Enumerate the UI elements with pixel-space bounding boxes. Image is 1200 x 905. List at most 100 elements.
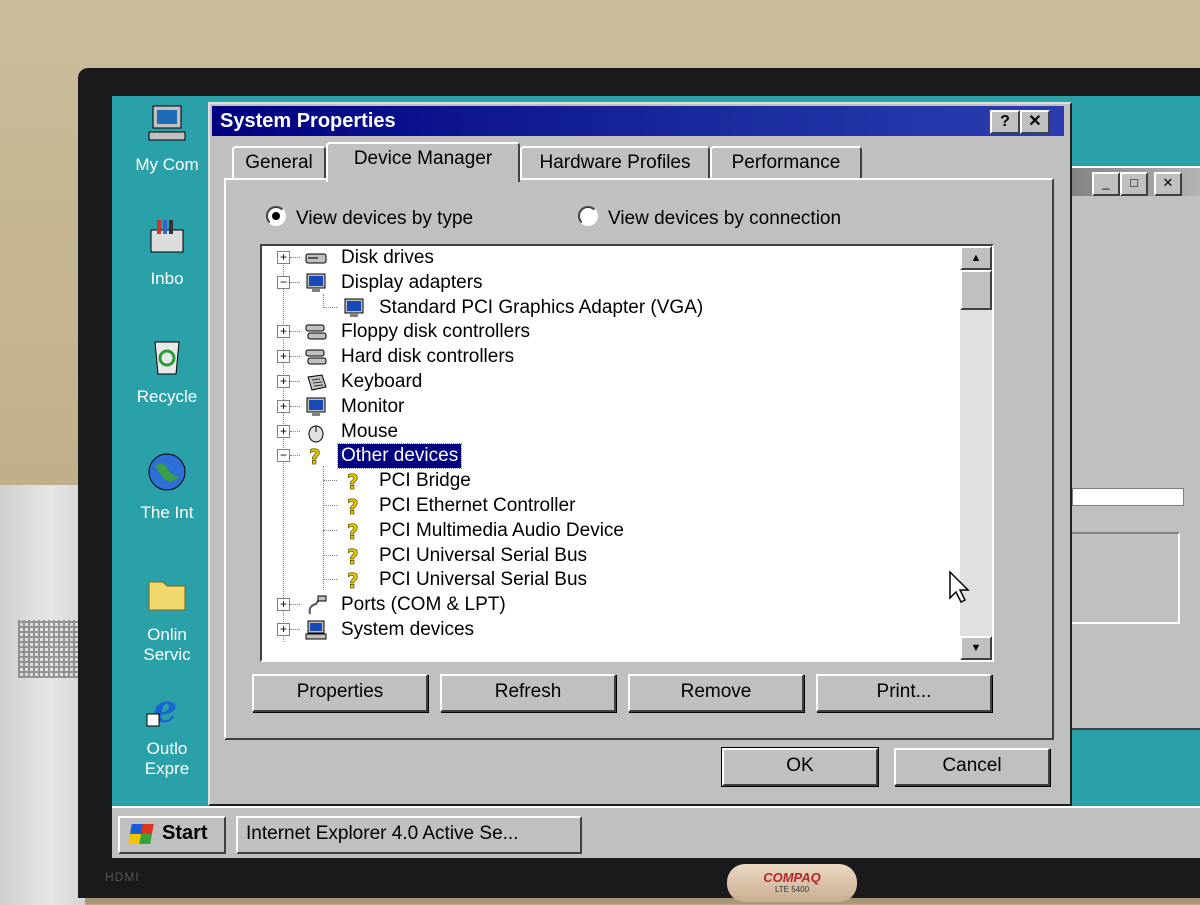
print-button[interactable]: Print... [816,674,992,712]
tree-category-row[interactable]: + Hard disk controllers [262,345,952,369]
tree-item-label: PCI Universal Serial Bus [379,569,588,591]
tree-connector [290,331,300,333]
remove-button[interactable]: Remove [628,674,804,712]
display-monitor-icon [306,397,326,416]
scroll-down-arrow-icon[interactable]: ▼ [960,636,992,660]
tab-general[interactable]: General [232,146,326,180]
question-mark-icon: ? [309,445,321,467]
tree-item-label: Other devices [336,443,463,470]
printer-side [0,485,85,905]
disk-drive-icon [305,253,327,264]
tree-connector [290,257,300,258]
tree-connector [323,529,337,531]
tree-connector [290,629,300,630]
radio-view-by-connection[interactable]: View devices by connection [578,206,841,230]
tab-performance[interactable]: Performance [710,146,862,180]
desktop-icon-inbox[interactable]: Inbo [112,216,222,289]
svg-text:?: ? [347,545,359,567]
help-button[interactable]: ? [990,110,1020,134]
tree-device-row[interactable]: ? PCI Ethernet Controller [262,494,952,518]
taskbar-item-internet-explorer[interactable]: Internet Explorer 4.0 Active Se... [236,816,582,854]
tree-connector [323,579,337,581]
minimize-button[interactable]: _ [1092,172,1120,196]
desktop-icon-recycle-bin[interactable]: Recycle [112,334,222,407]
recycle-bin-icon [154,341,180,375]
expand-icon[interactable]: + [277,399,290,413]
tree-connector [323,306,337,308]
maximize-button[interactable]: □ [1120,172,1148,196]
tree-item-label: PCI Bridge [379,470,471,492]
desktop-icon-internet[interactable]: The Int [112,450,222,523]
taskbar: Start Internet Explorer 4.0 Active Se... [112,806,1200,858]
tree-item-label: PCI Multimedia Audio Device [379,519,624,541]
desktop-icon-label: The Int [140,503,194,522]
desktop-icon-my-computer[interactable]: My Com [112,102,222,175]
refresh-button[interactable]: Refresh [440,674,616,712]
system-properties-dialog: System Properties ? ✕ General Device Man… [208,102,1072,806]
tree-device-row[interactable]: ? PCI Multimedia Audio Device [262,519,952,543]
question-mark-icon: ? [347,470,359,492]
desktop-icon-label: My Com [135,155,199,174]
desktop-icon-online-services[interactable]: Onlin Servic [112,572,222,665]
tree-connector [290,455,300,457]
tree-item-label: Disk drives [341,247,434,268]
tree-device-row[interactable]: Standard PCI Graphics Adapter (VGA) [262,296,952,320]
tree-item-label: Ports (COM & LPT) [341,594,506,616]
properties-button[interactable]: Properties [252,674,428,712]
tree-category-row[interactable]: + Disk drives [262,246,952,270]
expand-icon[interactable]: + [277,251,290,264]
close-button[interactable]: ✕ [1020,110,1050,134]
tree-item-label: System devices [341,619,475,640]
tree-item-label: Monitor [341,395,405,417]
tree-category-row[interactable]: − Display adapters [262,271,952,295]
tree-category-row[interactable]: + Floppy disk controllers [262,320,952,344]
question-mark-icon: ? [347,545,359,567]
mouse-icon [308,425,324,443]
tree-category-row[interactable]: + Monitor [262,395,952,419]
dialog-titlebar: System Properties ? ✕ [212,106,1064,136]
brand-label: COMPAQ [763,870,821,885]
radio-label: View devices by type [296,208,474,229]
tree-connector [323,480,337,482]
expand-icon[interactable]: + [277,598,290,612]
internet-globe-icon [148,453,186,491]
tree-device-row[interactable]: ? PCI Universal Serial Bus [262,568,952,592]
tree-device-row[interactable]: ? PCI Bridge [262,469,952,493]
tree-category-row[interactable]: + Mouse [262,420,952,444]
close-button[interactable]: ✕ [1154,172,1182,196]
device-tree[interactable]: + Disk drives − Display adapters Standard PC… [260,244,994,662]
tree-category-row[interactable]: + Keyboard [262,370,952,394]
scroll-up-arrow-icon[interactable]: ▲ [960,246,992,270]
radio-empty-dot [578,206,598,226]
cancel-button[interactable]: Cancel [894,748,1050,786]
background-window-field [1072,488,1184,506]
desktop-icon-outlook-express[interactable]: e Outlo Expre [112,686,222,779]
tree-category-row[interactable]: + Ports (COM & LPT) [262,593,952,617]
tree-device-row[interactable]: ? PCI Universal Serial Bus [262,544,952,568]
ok-button[interactable]: OK [721,747,879,787]
tab-device-manager[interactable]: Device Manager [326,142,520,182]
tab-hardware-profiles[interactable]: Hardware Profiles [520,146,710,180]
background-window: _ □ ✕ [1062,166,1200,730]
start-button[interactable]: Start [118,816,226,854]
expand-icon[interactable]: + [277,350,290,364]
expand-icon[interactable]: + [277,424,290,438]
port-plug-icon [308,595,327,615]
expand-icon[interactable]: + [277,325,290,339]
tree-connector [290,604,300,606]
collapse-icon[interactable]: − [277,449,290,463]
tree-item-label: Display adapters [341,271,483,293]
tree-item-label: Hard disk controllers [341,346,515,368]
collapse-icon[interactable]: − [277,275,290,289]
tree-category-row[interactable]: + System devices [262,618,952,642]
expand-icon[interactable]: + [277,623,290,636]
expand-icon[interactable]: + [277,375,290,388]
radio-view-by-type[interactable]: View devices by type [266,206,473,230]
svg-text:?: ? [347,470,359,492]
hdmi-label: HDMI [105,870,140,884]
scroll-thumb[interactable] [960,270,992,310]
tree-item-label: Mouse [341,420,399,442]
tree-category-row[interactable]: −? Other devices [262,443,952,470]
display-monitor-icon [306,273,326,292]
outlook-express-icon: e [146,686,177,731]
